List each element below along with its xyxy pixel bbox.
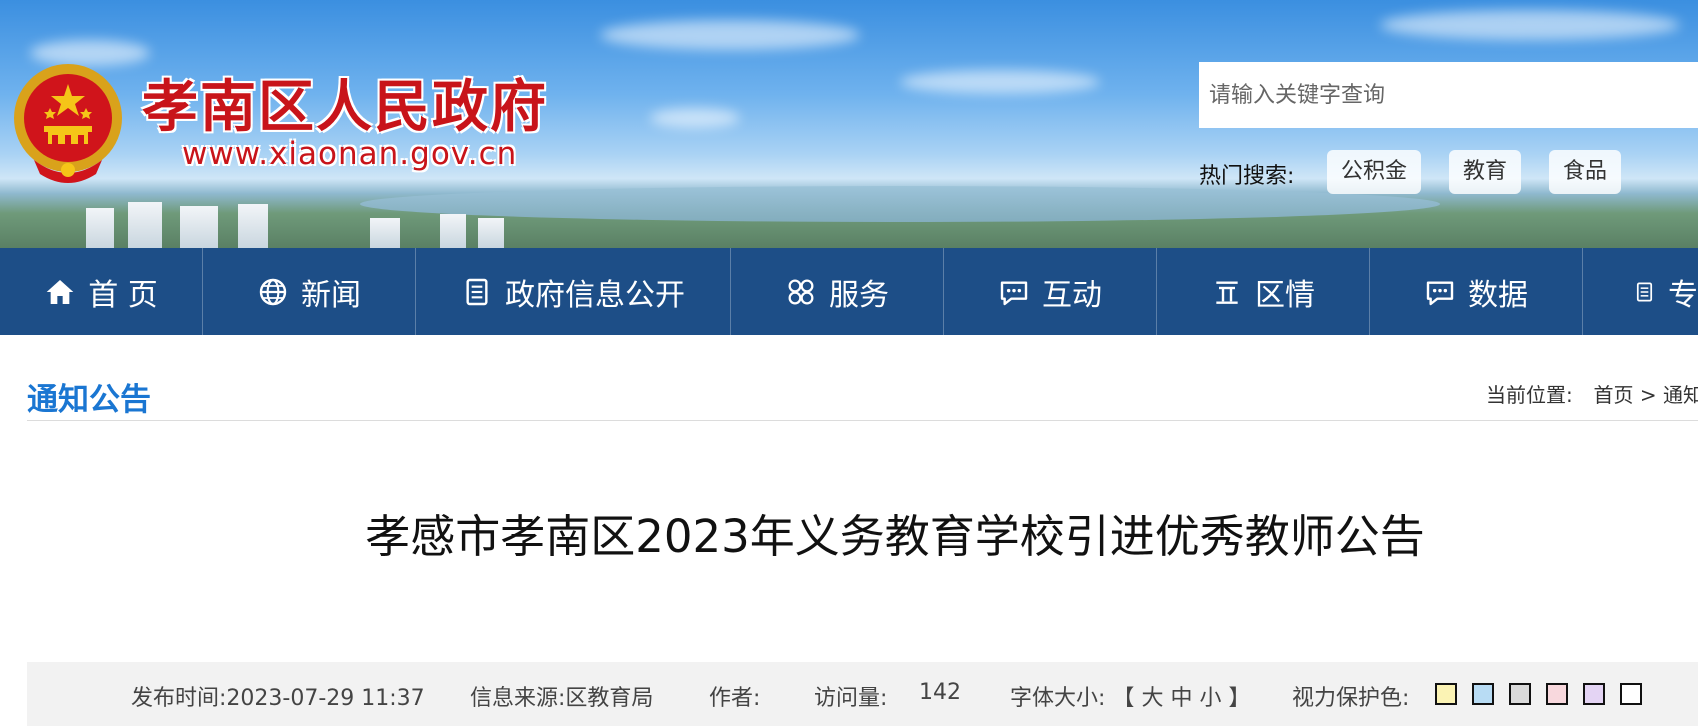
nav-item-news[interactable]: 新闻 xyxy=(203,248,416,335)
font-size-label: 字体大小: xyxy=(1010,686,1106,711)
nav-item-label: 数据 xyxy=(1468,277,1528,313)
breadcrumb-current-link[interactable]: 通知 xyxy=(1663,383,1698,407)
nav-item-gov-info[interactable]: 政府信息公开 xyxy=(416,248,731,335)
eye-care-swatch-blue[interactable] xyxy=(1472,683,1494,705)
eye-care-swatch-yellow[interactable] xyxy=(1435,683,1457,705)
breadcrumb-home-link[interactable]: 首页 xyxy=(1593,383,1633,407)
nav-item-data[interactable]: 数据 xyxy=(1370,248,1583,335)
main-nav: 首 页 新闻 政府信息公开 服务 互动 区情 数据 专 xyxy=(0,248,1698,335)
eye-care-label: 视力保护色: xyxy=(1292,686,1410,711)
divider xyxy=(27,420,1698,421)
eye-care-swatch-pink[interactable] xyxy=(1546,683,1568,705)
globe-icon xyxy=(259,278,287,305)
hot-tag-housing-fund[interactable]: 公积金 xyxy=(1327,150,1422,194)
nav-item-label: 政府信息公开 xyxy=(505,277,685,313)
cloud xyxy=(650,108,740,128)
cloud xyxy=(600,20,860,50)
eye-care-swatch-purple[interactable] xyxy=(1583,683,1605,705)
eye-care-swatch-gray[interactable] xyxy=(1509,683,1531,705)
author-label: 作者: xyxy=(709,686,761,711)
nav-item-label: 新闻 xyxy=(301,277,361,313)
nav-item-district[interactable]: 区情 xyxy=(1157,248,1370,335)
hot-tag-education[interactable]: 教育 xyxy=(1449,150,1522,194)
bracket-close: 】 xyxy=(1228,686,1251,711)
bracket-open: 【 xyxy=(1112,686,1135,711)
channel-title: 通知公告 xyxy=(27,382,151,418)
search-input[interactable] xyxy=(1199,62,1698,128)
nav-item-services[interactable]: 服务 xyxy=(731,248,944,335)
eye-care-swatch-white[interactable] xyxy=(1620,683,1642,705)
source-label: 信息来源: xyxy=(470,686,566,711)
nav-item-interaction[interactable]: 互动 xyxy=(944,248,1157,335)
monument-icon xyxy=(1216,280,1238,304)
source-value: 区教育局 xyxy=(565,686,654,711)
city-building xyxy=(440,214,466,248)
views-label: 访问量: xyxy=(814,686,888,711)
city-building xyxy=(86,208,114,248)
source-info: 信息来源:区教育局 xyxy=(470,680,653,712)
article-title: 孝感市孝南区2023年义务教育学校引进优秀教师公告 xyxy=(365,510,1425,563)
home-icon xyxy=(46,279,74,304)
nav-item-label: 互动 xyxy=(1042,277,1102,313)
font-large-button[interactable]: 大 xyxy=(1141,686,1163,711)
city-building xyxy=(370,218,400,248)
hot-tag-food[interactable]: 食品 xyxy=(1549,150,1622,194)
lake xyxy=(360,186,1440,222)
font-small-button[interactable]: 小 xyxy=(1199,686,1221,711)
document-icon xyxy=(1636,282,1653,301)
breadcrumb-separator: > xyxy=(1639,383,1657,407)
city-building xyxy=(478,218,504,248)
nav-item-label: 区情 xyxy=(1255,277,1315,313)
site-url: www.xiaonan.gov.cn xyxy=(182,136,518,172)
publish-info: 发布时间:2023-07-29 11:37 xyxy=(131,680,425,712)
chat-icon xyxy=(1426,280,1454,305)
publish-time: 2023-07-29 11:37 xyxy=(226,686,425,711)
breadcrumb: 当前位置: 首页 > 通知 xyxy=(1486,379,1698,408)
hot-search-label: 热门搜索: xyxy=(1199,164,1295,189)
city-building xyxy=(180,206,218,248)
national-emblem-icon xyxy=(14,64,122,183)
views-count: 142 xyxy=(919,680,961,705)
cloud xyxy=(900,70,1100,94)
nav-item-label: 首 页 xyxy=(88,277,158,313)
nav-item-label: 专 xyxy=(1668,277,1698,313)
font-medium-button[interactable]: 中 xyxy=(1170,686,1192,711)
nav-item-special[interactable]: 专 xyxy=(1583,248,1698,335)
breadcrumb-label: 当前位置: xyxy=(1486,383,1573,407)
city-building xyxy=(128,202,162,248)
publish-label: 发布时间: xyxy=(131,686,227,711)
city-building xyxy=(238,204,268,248)
document-icon xyxy=(466,278,488,305)
chat-icon xyxy=(1000,280,1028,305)
font-size-control: 字体大小: 【 大 中 小 】 xyxy=(1010,680,1251,712)
header-banner: 孝南区人民政府 www.xiaonan.gov.cn 热门搜索: 公积金 教育 … xyxy=(0,0,1698,248)
nav-item-home[interactable]: 首 页 xyxy=(0,248,203,335)
grid-icon xyxy=(788,279,814,304)
cloud xyxy=(1380,10,1680,40)
nav-item-label: 服务 xyxy=(829,277,889,313)
site-title: 孝南区人民政府 xyxy=(142,74,548,140)
